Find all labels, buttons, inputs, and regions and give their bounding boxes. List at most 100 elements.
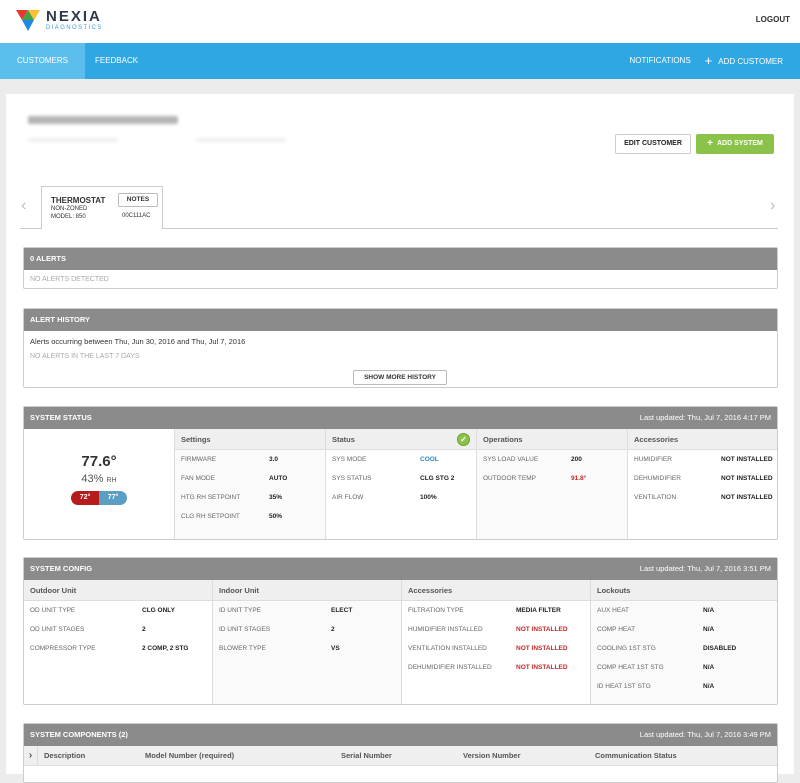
- status-row: VENTILATION NOT INSTALLED: [628, 488, 777, 507]
- row-key: ID UNIT TYPE: [219, 607, 262, 614]
- row-value: 91.8°: [571, 475, 587, 482]
- add-system-label: ADD SYSTEM: [716, 140, 763, 147]
- row-value: N/A: [703, 607, 715, 614]
- column-header[interactable]: Model Number (required): [143, 746, 339, 765]
- add-system-button[interactable]: + ADD SYSTEM: [696, 134, 774, 154]
- row-value: 35%: [269, 494, 283, 501]
- status-row: OUTDOOR TEMP 91.8°: [477, 469, 627, 488]
- alert-history-panel: ALERT HISTORY Alerts occurring between T…: [23, 308, 778, 388]
- row-key: DEHUMIDIFIER: [634, 475, 681, 482]
- chevron-left-icon[interactable]: ‹: [21, 197, 26, 215]
- config-col-accessories: Accessories FILTRATION TYPE MEDIA FILTER …: [401, 580, 590, 704]
- config-col-header: Outdoor Unit: [24, 580, 212, 601]
- row-key: AIR FLOW: [332, 494, 364, 501]
- logout-link[interactable]: LOGOUT: [756, 15, 790, 24]
- config-row: DEHUMIDIFIER INSTALLED NOT INSTALLED: [402, 658, 590, 677]
- row-value: NOT INSTALLED: [721, 456, 773, 463]
- row-key: SYS MODE: [332, 456, 367, 463]
- row-key: COMPRESSOR TYPE: [30, 645, 96, 652]
- heat-setpoint: 72°: [71, 491, 99, 505]
- chevron-right-icon[interactable]: ›: [770, 197, 775, 215]
- nav-add-customer[interactable]: + ADD CUSTOMER: [698, 43, 790, 79]
- status-row: SYS MODE COOL: [326, 450, 476, 469]
- status-col-settings: Settings FIRMWARE 3.0 FAN MODE AUTO HTG RH…: [174, 429, 325, 539]
- nexia-logo[interactable]: NEXIA DIAGNOSTICS: [14, 6, 103, 34]
- row-value: 2: [142, 626, 146, 633]
- nexia-logo-icon: [16, 10, 40, 31]
- nav-feedback[interactable]: FEEDBACK: [85, 43, 148, 79]
- show-more-history-button[interactable]: SHOW MORE HISTORY: [353, 370, 447, 385]
- config-row: OD UNIT TYPE CLG ONLY: [24, 601, 212, 620]
- customer-address-redacted: [28, 138, 118, 142]
- row-value: COOL: [420, 456, 439, 463]
- logo-subtitle: DIAGNOSTICS: [46, 24, 103, 31]
- system-components-panel: SYSTEM COMPONENTS (2) Last updated: Thu,…: [23, 723, 778, 783]
- row-value: 2 COMP, 2 STG: [142, 645, 189, 652]
- device-tab-thermostat[interactable]: THERMOSTAT NON-ZONED MODEL: 850 NOTES 00…: [41, 186, 163, 229]
- row-key: COMP HEAT: [597, 626, 636, 633]
- row-value: N/A: [703, 683, 715, 690]
- status-row: FIRMWARE 3.0: [175, 450, 325, 469]
- row-key: AUX HEAT: [597, 607, 630, 614]
- edit-customer-button[interactable]: EDIT CUSTOMER: [615, 134, 691, 154]
- config-row: AUX HEAT N/A: [591, 601, 777, 620]
- status-col-header: Settings: [175, 429, 325, 450]
- row-value: DISABLED: [703, 645, 737, 652]
- check-circle-icon: ✓: [457, 433, 470, 446]
- expand-chevron-icon[interactable]: ›: [24, 746, 38, 765]
- customer-card: EDIT CUSTOMER + ADD SYSTEM ‹ › THERMOSTAT…: [6, 94, 794, 783]
- status-col-operations: Operations SYS LOAD VALUE 200 OUTDOOR TEM…: [476, 429, 627, 539]
- components-table-header: › Description Model Number (required) Se…: [24, 746, 777, 766]
- config-row: OD UNIT STAGES 2: [24, 620, 212, 639]
- row-value: NOT INSTALLED: [721, 494, 773, 501]
- row-value: N/A: [703, 664, 715, 671]
- config-col-lockouts: Lockouts AUX HEAT N/A COMP HEAT N/A COOLIN…: [590, 580, 777, 704]
- row-key: ID HEAT 1ST STG: [597, 683, 651, 690]
- row-key: HUMIDIFIER: [634, 456, 672, 463]
- column-header[interactable]: Serial Number: [339, 746, 461, 765]
- config-row: ID UNIT STAGES 2: [213, 620, 401, 639]
- alert-range-text: Alerts occurring between Thu, Jun 30, 20…: [30, 337, 246, 346]
- config-row: COMP HEAT 1ST STG N/A: [591, 658, 777, 677]
- alert-history-empty: NO ALERTS IN THE LAST 7 DAYS: [30, 353, 140, 360]
- column-header[interactable]: Version Number: [461, 746, 593, 765]
- row-key: OD UNIT TYPE: [30, 607, 76, 614]
- status-row: FAN MODE AUTO: [175, 469, 325, 488]
- system-status-panel: SYSTEM STATUS Last updated: Thu, Jul 7, …: [23, 406, 778, 540]
- humidity-value: 43%: [81, 473, 104, 485]
- config-row: VENTILATION INSTALLED NOT INSTALLED: [402, 639, 590, 658]
- status-col-header: Status ✓: [326, 429, 476, 450]
- alerts-header: 0 ALERTS: [24, 248, 777, 270]
- alerts-message: NO ALERTS DETECTED: [30, 276, 109, 283]
- row-value: 100%: [420, 494, 437, 501]
- config-row: COMP HEAT N/A: [591, 620, 777, 639]
- status-row: AIR FLOW 100%: [326, 488, 476, 507]
- row-value: AUTO: [269, 475, 288, 482]
- config-col-outdoor: Outdoor Unit OD UNIT TYPE CLG ONLY OD UNI…: [24, 580, 212, 704]
- status-col-header: Accessories: [628, 429, 777, 450]
- column-header[interactable]: Description: [38, 746, 143, 765]
- device-title: THERMOSTAT: [51, 196, 106, 205]
- device-mac: 00C111AC: [122, 213, 151, 219]
- notes-button[interactable]: NOTES: [118, 193, 158, 207]
- column-header[interactable]: Communication Status: [593, 746, 743, 765]
- config-row: FILTRATION TYPE MEDIA FILTER: [402, 601, 590, 620]
- row-value: NOT INSTALLED: [516, 664, 568, 671]
- system-components-title: SYSTEM COMPONENTS (2): [30, 730, 128, 739]
- system-config-title: SYSTEM CONFIG: [30, 564, 93, 573]
- alerts-panel: 0 ALERTS NO ALERTS DETECTED: [23, 247, 778, 289]
- row-value: MEDIA FILTER: [516, 607, 561, 614]
- status-row: DEHUMIDIFIER NOT INSTALLED: [628, 469, 777, 488]
- row-key: DEHUMIDIFIER INSTALLED: [408, 664, 492, 671]
- indoor-temperature: 77.6°: [81, 453, 117, 470]
- plus-icon: +: [707, 138, 713, 149]
- row-value: CLG ONLY: [142, 607, 175, 614]
- nav-notifications[interactable]: NOTIFICATIONS: [622, 43, 697, 79]
- row-key: COOLING 1ST STG: [597, 645, 656, 652]
- status-row: HTG RH SETPOINT 35%: [175, 488, 325, 507]
- nav-customers[interactable]: CUSTOMERS: [0, 43, 85, 79]
- alert-history-title: ALERT HISTORY: [30, 315, 91, 324]
- row-key: CLG RH SETPOINT: [181, 513, 240, 520]
- customer-name-redacted: [28, 114, 188, 126]
- system-status-header: SYSTEM STATUS Last updated: Thu, Jul 7, …: [24, 407, 777, 429]
